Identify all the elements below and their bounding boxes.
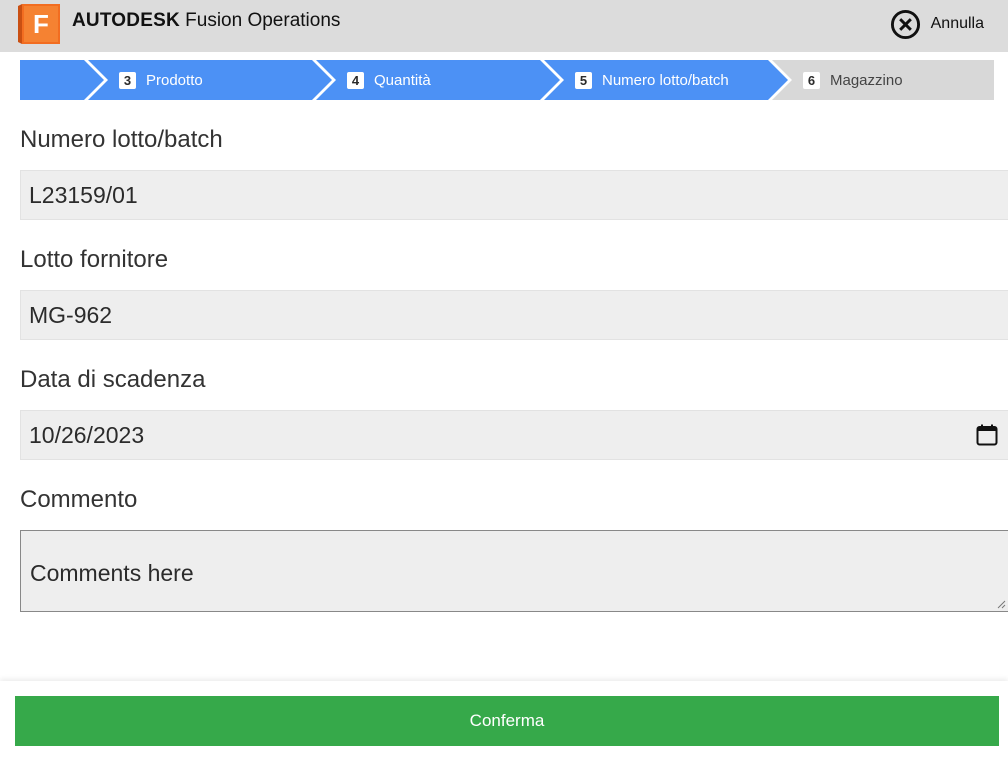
supplier-lot-input[interactable]: MG-962 [20,290,1008,340]
step-text: Numero lotto/batch [602,71,729,89]
step-quantita[interactable]: 4 Quantità [347,60,431,100]
lot-value: L23159/01 [29,182,138,208]
expiry-value: 10/26/2023 [29,422,145,448]
step-magazzino[interactable]: 6 Magazzino [803,60,903,100]
lot-input[interactable]: L23159/01 [20,170,1008,220]
step-number: 5 [575,71,592,89]
lot-label: Numero lotto/batch [20,126,223,153]
comment-label: Commento [20,486,138,513]
app-header: F AUTODESK Fusion Operations Annulla [0,0,1008,52]
brand-company: AUTODESK [72,10,180,31]
supplier-lot-label: Lotto fornitore [20,246,169,273]
close-circle-icon [890,9,920,39]
wizard-stepper: 3 Prodotto 4 Quantità 5 Numero lotto/bat… [20,60,994,100]
comment-placeholder: Comments here [30,560,194,586]
step-segment-2 [20,60,104,100]
step-number: 4 [347,71,364,89]
logo-letter: F [33,9,49,39]
fusion-logo-icon: F [18,4,62,44]
step-text: Magazzino [830,71,903,89]
comment-textarea[interactable]: Comments here [20,530,1008,612]
step-text: Prodotto [146,71,203,89]
brand-title: AUTODESK Fusion Operations [72,10,340,32]
expiry-date-input[interactable]: 10/26/2023 [20,410,1008,460]
resize-grip-icon[interactable] [996,599,1006,609]
step-number: 3 [119,71,136,89]
step-text: Quantità [374,71,431,89]
supplier-lot-value: MG-962 [29,302,113,328]
brand-product: Fusion Operations [185,10,341,31]
step-numero-lotto[interactable]: 5 Numero lotto/batch [575,60,729,100]
step-number: 6 [803,71,820,89]
cancel-button[interactable]: Annulla [890,8,984,40]
footer-bar: Conferma [0,681,1008,761]
confirm-button[interactable]: Conferma [15,696,999,746]
expiry-label: Data di scadenza [20,366,206,393]
cancel-label: Annulla [930,15,984,32]
step-prodotto[interactable]: 3 Prodotto [119,60,203,100]
calendar-icon[interactable] [976,424,998,446]
